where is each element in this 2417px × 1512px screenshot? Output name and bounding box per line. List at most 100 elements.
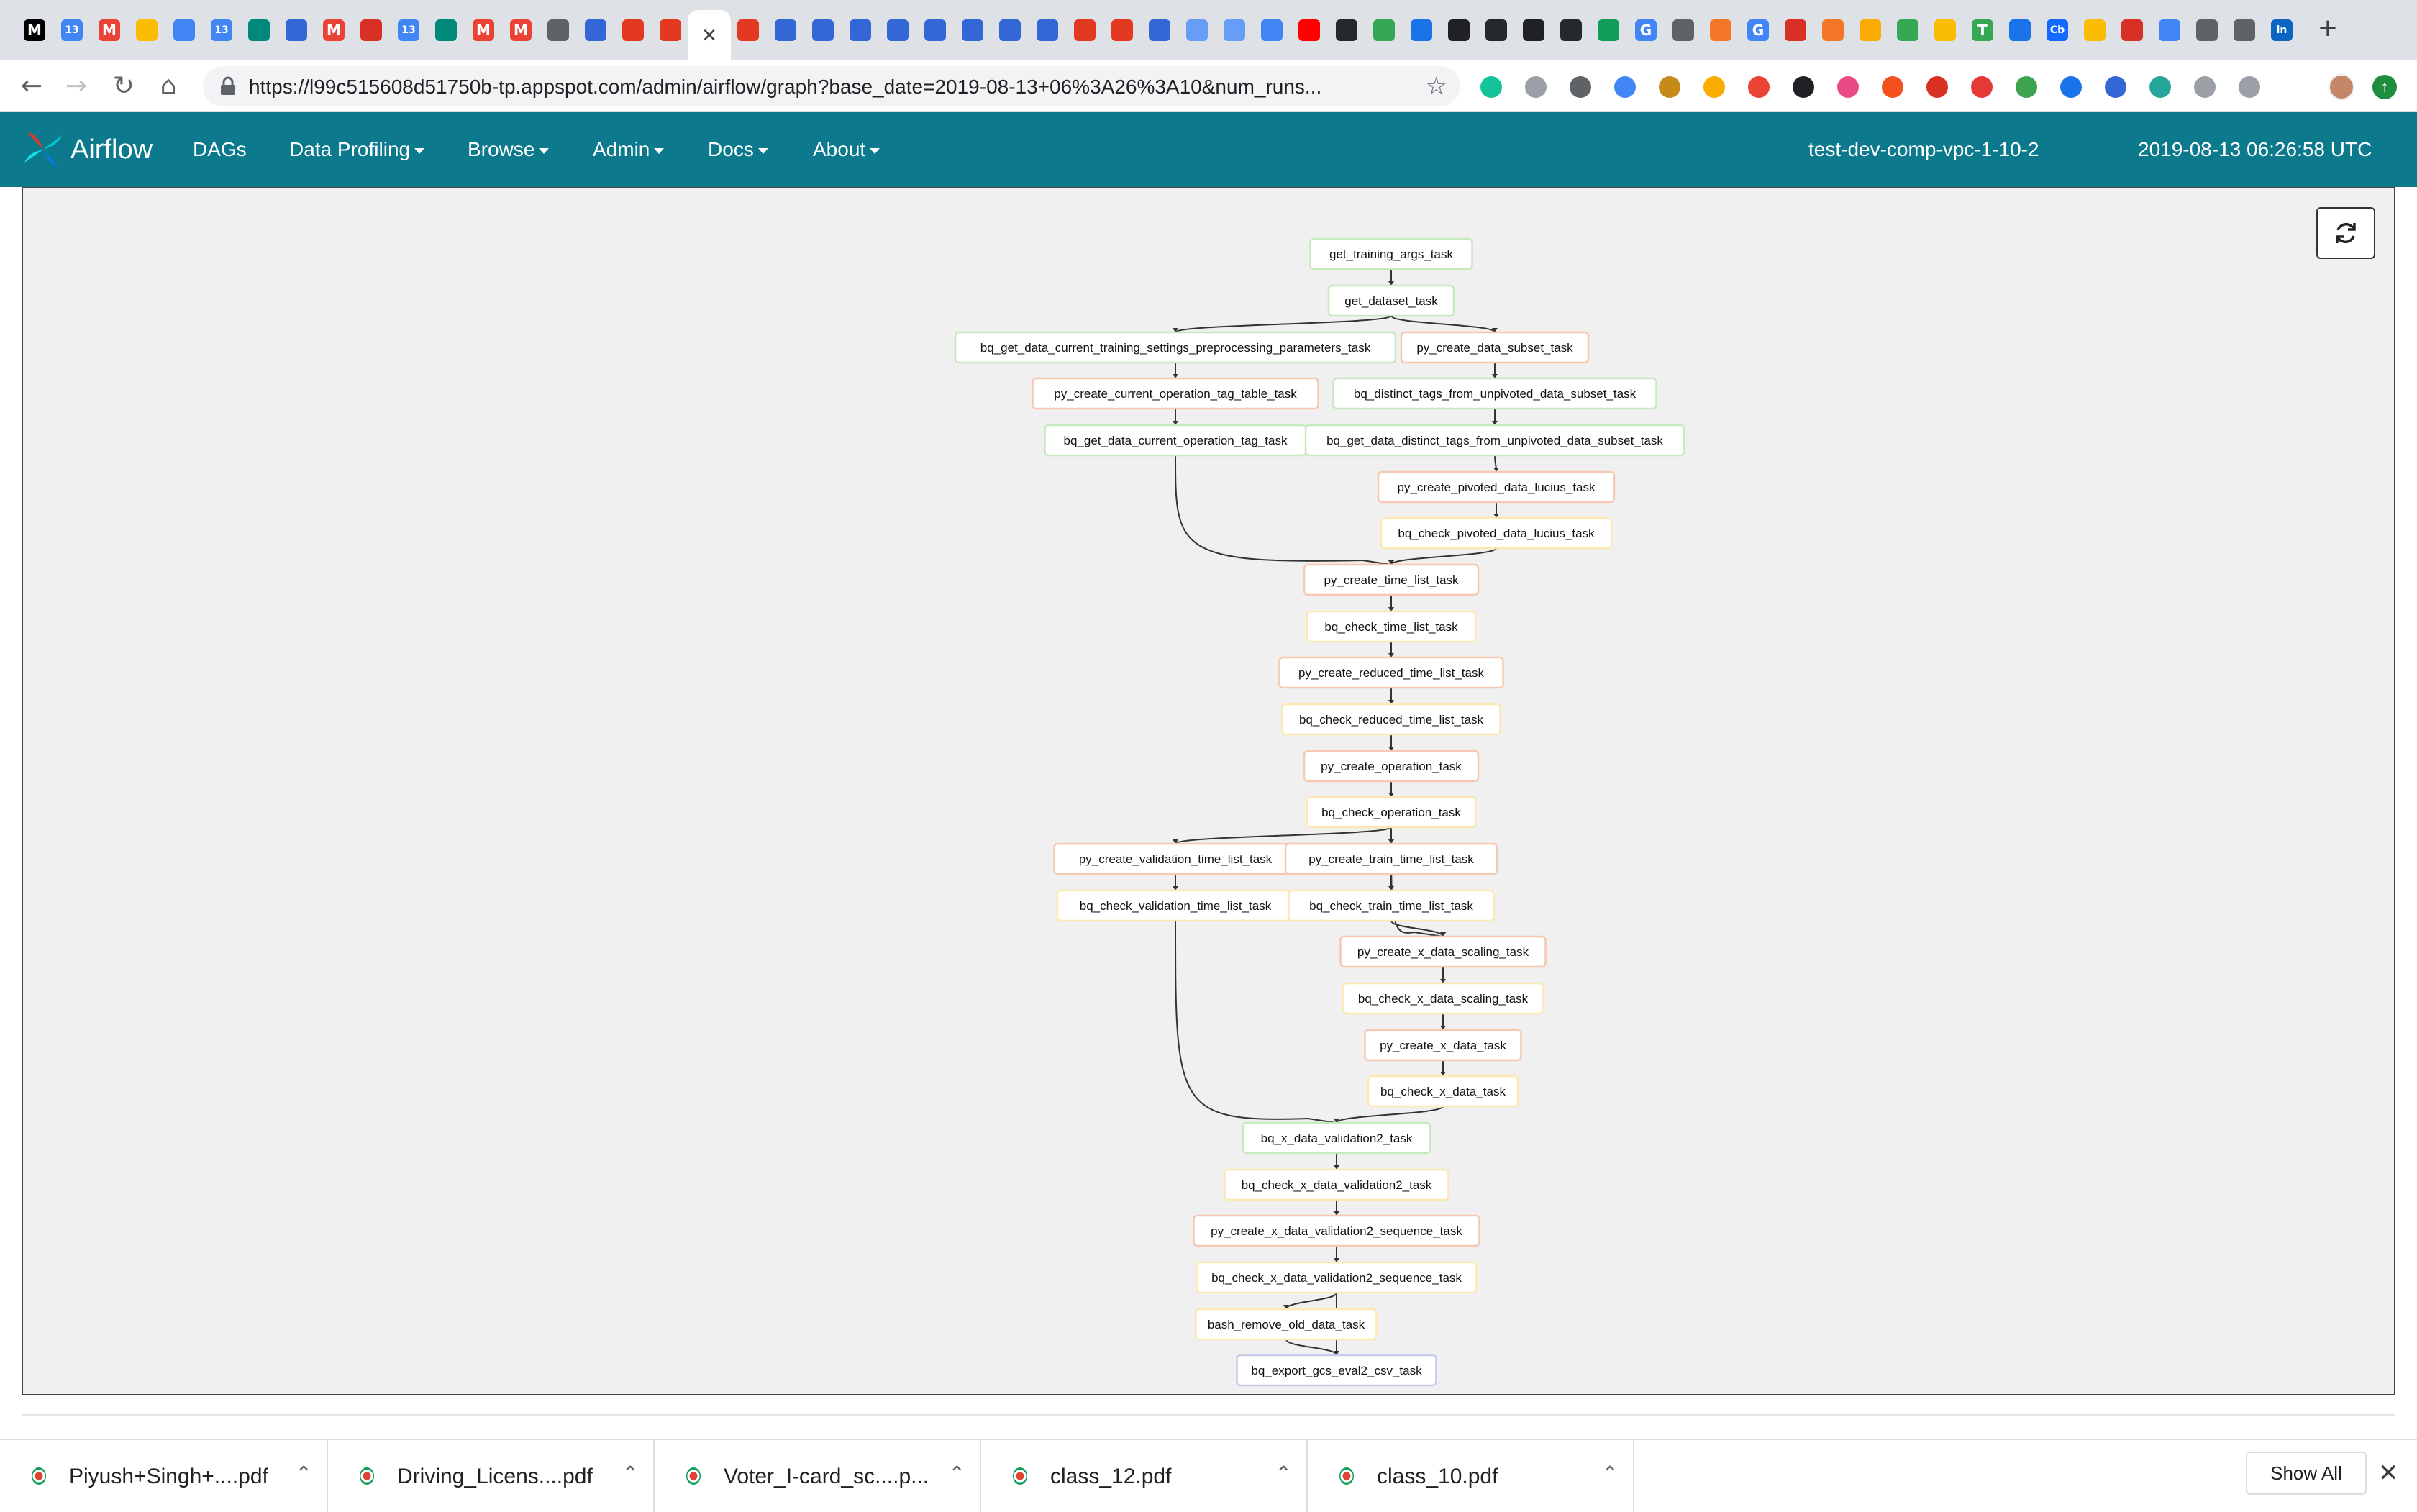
forward-icon[interactable] bbox=[1926, 76, 1948, 98]
browser-tab[interactable] bbox=[2077, 13, 2112, 47]
task-node[interactable]: bq_distinct_tags_from_unpivoted_data_sub… bbox=[1332, 377, 1657, 410]
laptop-icon[interactable] bbox=[1570, 76, 1591, 98]
task-node[interactable]: py_create_current_operation_tag_table_ta… bbox=[1032, 377, 1319, 410]
task-node[interactable]: bq_check_reduced_time_list_task bbox=[1281, 703, 1501, 736]
nav-about[interactable]: About bbox=[813, 138, 880, 161]
browser-tab[interactable] bbox=[1928, 13, 1962, 47]
new-tab-icon[interactable]: + bbox=[2311, 13, 2345, 47]
active-tab[interactable]: × bbox=[688, 10, 731, 60]
close-icon[interactable]: × bbox=[702, 22, 716, 50]
film-icon[interactable] bbox=[1659, 76, 1680, 98]
browser-tab[interactable]: 13 bbox=[391, 13, 426, 47]
window-icon[interactable] bbox=[1614, 76, 1636, 98]
browser-tab[interactable] bbox=[1068, 13, 1102, 47]
nav-dags[interactable]: DAGs bbox=[193, 138, 247, 161]
download-item[interactable]: Piyush+Singh+....pdf ⌃ bbox=[0, 1440, 328, 1512]
download-item[interactable]: Driving_Licens....pdf ⌃ bbox=[328, 1440, 655, 1512]
airflow-brand[interactable]: Airflow bbox=[22, 128, 153, 171]
task-node[interactable]: py_create_operation_task bbox=[1303, 750, 1480, 783]
task-node[interactable]: get_dataset_task bbox=[1327, 284, 1455, 317]
browser-tab[interactable] bbox=[806, 13, 840, 47]
task-node[interactable]: bq_check_train_time_list_task bbox=[1288, 889, 1495, 922]
browser-tab[interactable] bbox=[1217, 13, 1252, 47]
task-node[interactable]: bq_check_pivoted_data_lucius_task bbox=[1380, 516, 1613, 550]
browser-tab[interactable] bbox=[1703, 13, 1738, 47]
browser-tab[interactable] bbox=[541, 13, 575, 47]
nav-browse[interactable]: Browse bbox=[468, 138, 550, 161]
browser-tab[interactable] bbox=[993, 13, 1027, 47]
task-node[interactable]: py_create_x_data_validation2_sequence_ta… bbox=[1193, 1214, 1480, 1247]
task-node[interactable]: py_create_data_subset_task bbox=[1400, 331, 1590, 364]
browser-tab[interactable] bbox=[1292, 13, 1326, 47]
profile-avatar[interactable] bbox=[2328, 73, 2355, 101]
address-bar[interactable]: https://l99c515608d51750b-tp.appspot.com… bbox=[203, 66, 1460, 106]
browser-tab[interactable] bbox=[578, 13, 613, 47]
browser-tab[interactable]: G bbox=[1741, 13, 1775, 47]
browser-tab[interactable] bbox=[2003, 13, 2037, 47]
task-node[interactable]: py_create_reduced_time_list_task bbox=[1278, 656, 1504, 689]
browser-tab[interactable] bbox=[1442, 13, 1476, 47]
task-node[interactable]: bq_check_x_data_validation2_sequence_tas… bbox=[1196, 1261, 1478, 1294]
browser-tab[interactable] bbox=[1778, 13, 1813, 47]
task-node[interactable]: py_create_x_data_task bbox=[1364, 1029, 1522, 1062]
nav-docs[interactable]: Docs bbox=[708, 138, 768, 161]
chevron-up-icon[interactable]: ⌃ bbox=[949, 1462, 965, 1485]
browser-tab[interactable] bbox=[1554, 13, 1588, 47]
url-text[interactable]: https://l99c515608d51750b-tp.appspot.com… bbox=[249, 76, 1400, 99]
browser-tab[interactable] bbox=[1816, 13, 1850, 47]
browser-tab[interactable] bbox=[1516, 13, 1551, 47]
doc-icon[interactable] bbox=[2239, 76, 2260, 98]
browser-tab[interactable]: M bbox=[504, 13, 538, 47]
back-icon[interactable]: ← bbox=[14, 69, 49, 104]
download-item[interactable]: class_10.pdf ⌃ bbox=[1308, 1440, 1634, 1512]
chevron-up-icon[interactable]: ⌃ bbox=[1275, 1462, 1292, 1485]
update-icon[interactable]: ↑ bbox=[2372, 75, 2397, 99]
browser-tab[interactable] bbox=[2190, 13, 2224, 47]
refresh-button[interactable] bbox=[2316, 207, 2375, 259]
cat-icon[interactable] bbox=[1837, 76, 1859, 98]
browser-tab[interactable] bbox=[279, 13, 314, 47]
browser-tab[interactable] bbox=[1255, 13, 1289, 47]
task-node[interactable]: bq_check_operation_task bbox=[1306, 796, 1477, 829]
browser-tab[interactable] bbox=[768, 13, 803, 47]
browser-tab[interactable] bbox=[2115, 13, 2149, 47]
cors-icon[interactable] bbox=[2016, 76, 2037, 98]
browser-tab[interactable] bbox=[1479, 13, 1514, 47]
browser-tab[interactable] bbox=[1142, 13, 1177, 47]
pie-icon[interactable] bbox=[1748, 76, 1770, 98]
task-node[interactable]: bq_x_data_validation2_task bbox=[1242, 1121, 1431, 1155]
browser-tab[interactable] bbox=[429, 13, 463, 47]
browser-tab[interactable] bbox=[1890, 13, 1925, 47]
braces-icon[interactable] bbox=[1793, 76, 1814, 98]
browser-tab[interactable]: M bbox=[466, 13, 501, 47]
browser-tab[interactable]: in bbox=[2264, 13, 2299, 47]
browser-tab[interactable] bbox=[167, 13, 201, 47]
browser-tab[interactable] bbox=[731, 13, 765, 47]
nav-data-profiling[interactable]: Data Profiling bbox=[289, 138, 425, 161]
browser-tab[interactable] bbox=[2152, 13, 2187, 47]
browser-tab[interactable] bbox=[1105, 13, 1139, 47]
browser-tab[interactable] bbox=[1329, 13, 1364, 47]
note-icon[interactable] bbox=[1703, 76, 1725, 98]
task-node[interactable]: bq_get_data_current_training_settings_pr… bbox=[954, 331, 1397, 364]
chevron-up-icon[interactable]: ⌃ bbox=[622, 1462, 639, 1485]
browser-tab[interactable] bbox=[653, 13, 688, 47]
browser-tab[interactable] bbox=[1853, 13, 1888, 47]
puzzle-icon[interactable] bbox=[2194, 76, 2216, 98]
reload-icon[interactable]: ↻ bbox=[106, 69, 141, 104]
browser-tab[interactable] bbox=[1030, 13, 1065, 47]
dag-graph-panel[interactable]: get_training_args_task get_dataset_task bq… bbox=[22, 187, 2395, 1395]
show-all-button[interactable]: Show All bbox=[2246, 1452, 2367, 1495]
browser-tab[interactable]: T bbox=[1965, 13, 2000, 47]
browser-tab[interactable] bbox=[2227, 13, 2262, 47]
browser-tab[interactable] bbox=[1367, 13, 1401, 47]
bookmark-star-icon[interactable]: ☆ bbox=[1426, 72, 1447, 101]
task-node[interactable]: bash_remove_old_data_task bbox=[1195, 1308, 1378, 1341]
close-icon[interactable]: ✕ bbox=[2378, 1459, 2399, 1488]
task-node[interactable]: bq_check_x_data_scaling_task bbox=[1342, 982, 1544, 1015]
browser-tab[interactable]: M bbox=[317, 13, 351, 47]
browser-tab[interactable] bbox=[918, 13, 952, 47]
lastpass-icon[interactable] bbox=[2105, 76, 2126, 98]
task-node[interactable]: bq_check_time_list_task bbox=[1306, 610, 1477, 643]
task-node[interactable]: py_create_x_data_scaling_task bbox=[1339, 935, 1547, 968]
